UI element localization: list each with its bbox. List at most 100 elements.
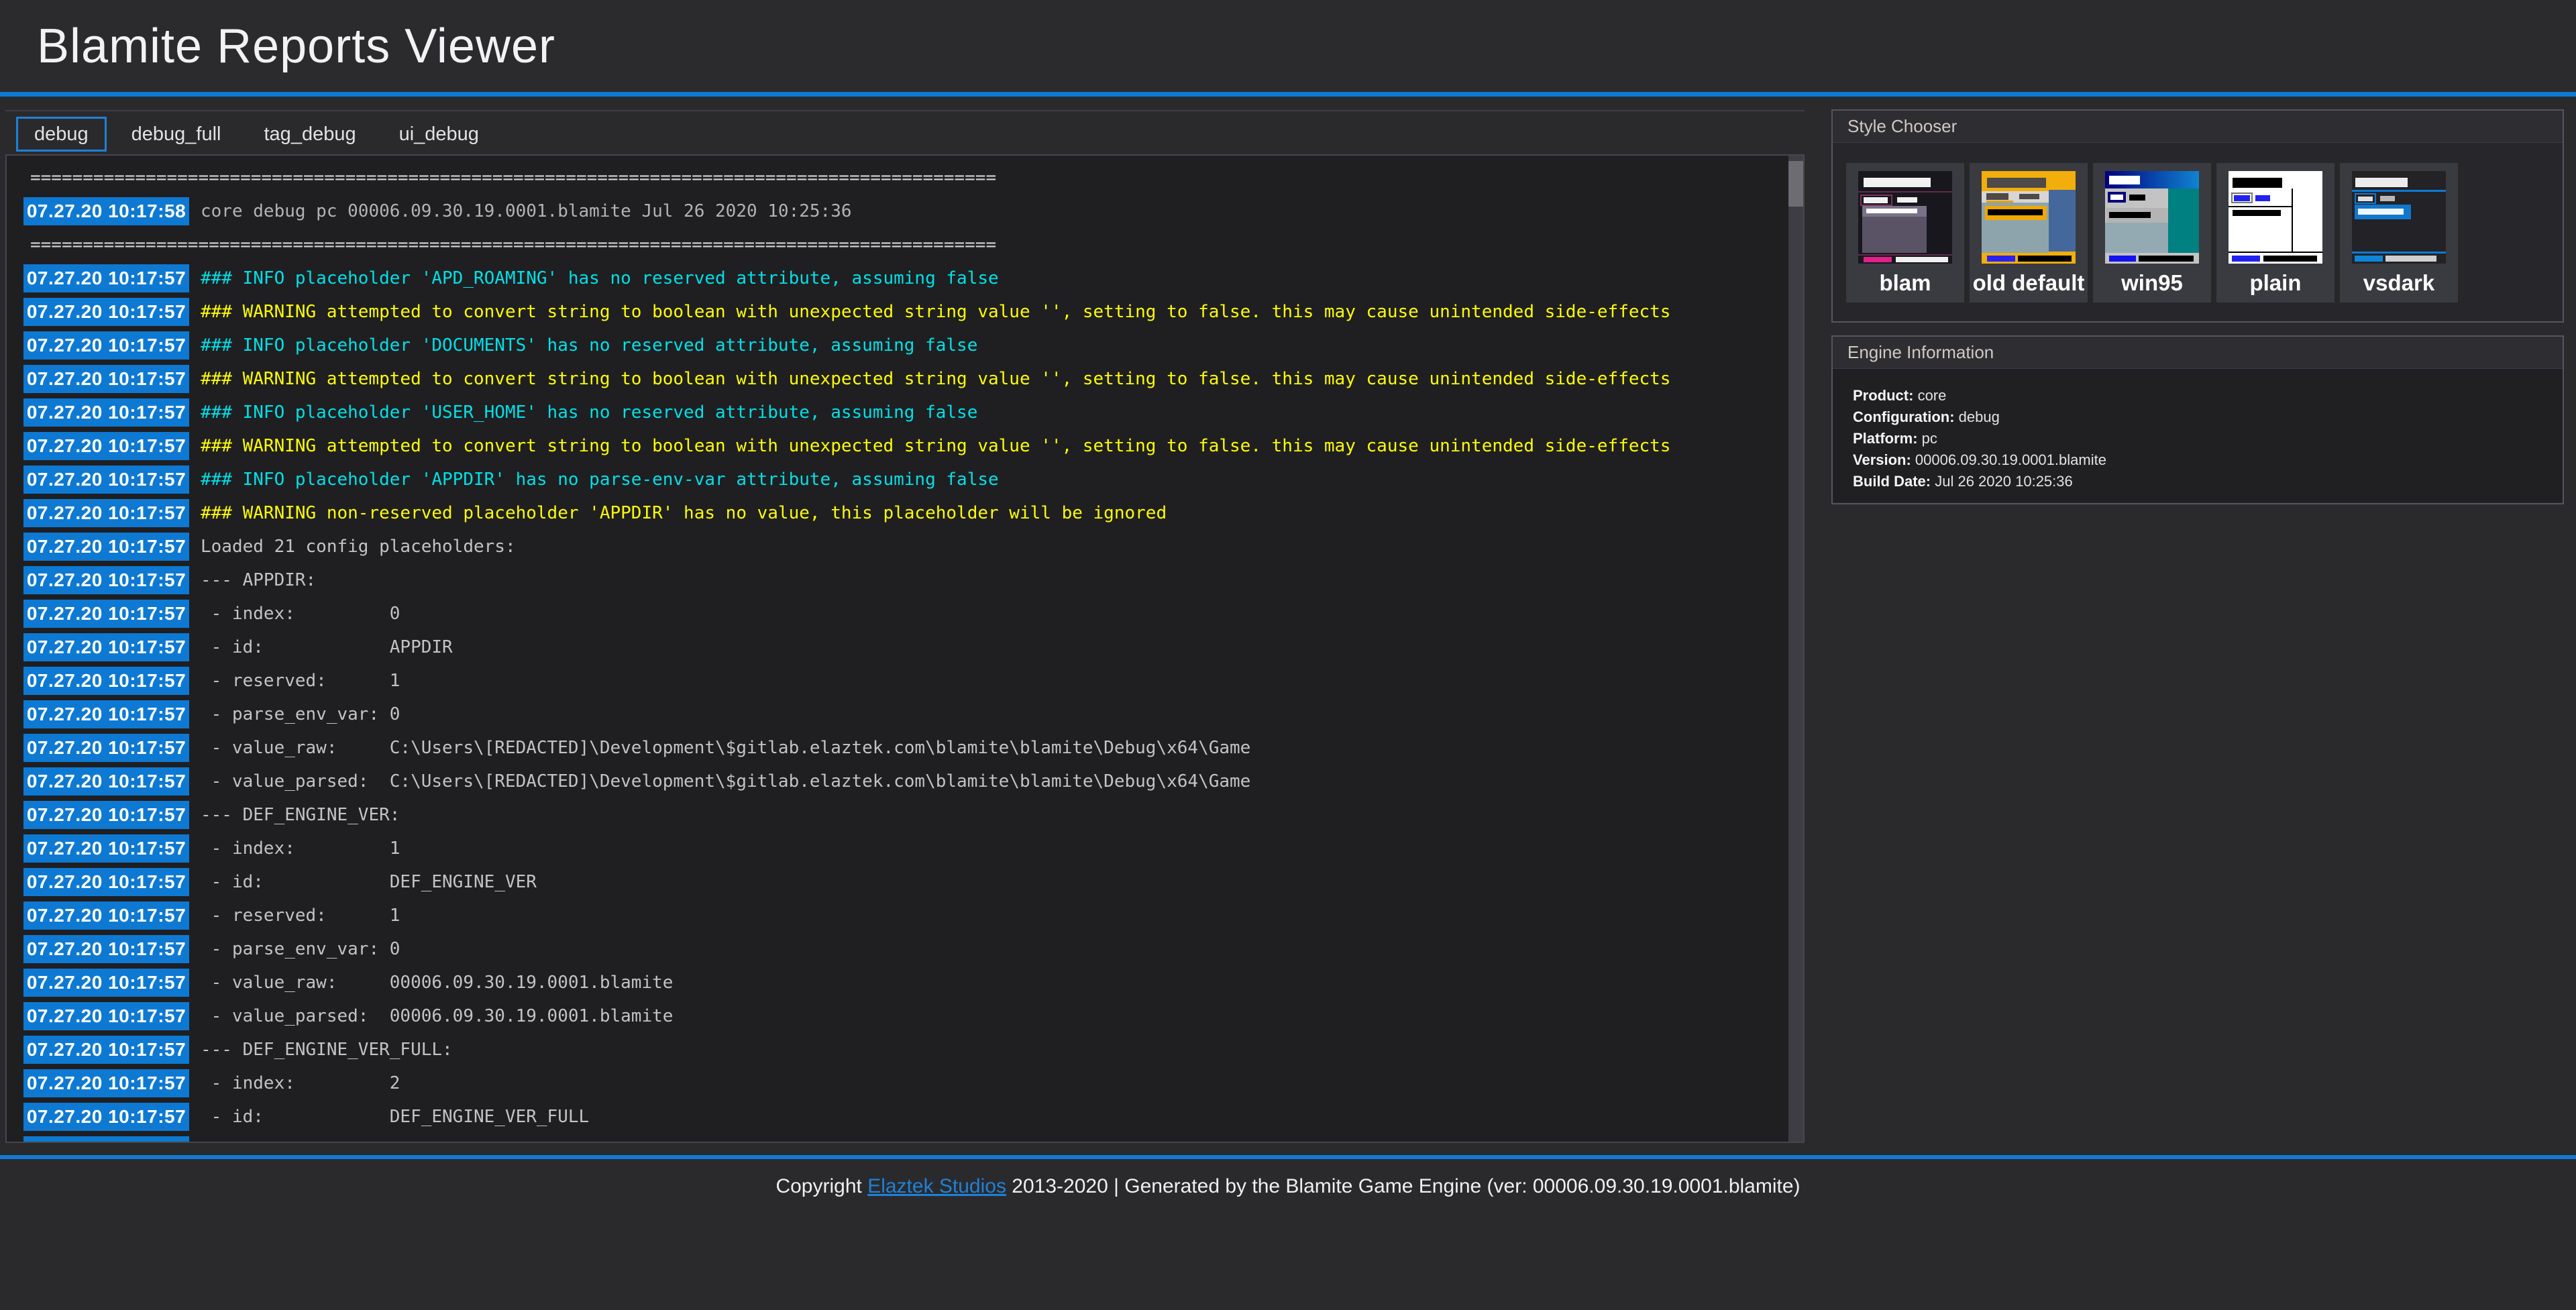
log-separator-row: ========================================… [23,228,1787,262]
engine-info-header: Engine Information [1833,337,2563,369]
log-row: 07.27.20 10:17:57 - value_parsed: 00006.… [23,999,1787,1033]
log-row: 07.27.20 10:17:57 --- DEF_ENGINE_VER: [23,798,1787,832]
log-timestamp: 07.27.20 10:17:57 [23,432,189,460]
engine-info-body: Product: core Configuration: debug Platfor… [1833,369,2563,502]
log-timestamp: 07.27.20 10:17:57 [23,902,189,930]
log-message: - reserved: 1 [201,906,400,926]
log-row: 07.27.20 10:17:57 - value_raw: 00006.09.… [23,966,1787,999]
engine-info-label: Build Date: [1853,473,1931,490]
log-row: 07.27.20 10:17:57 ### INFO placeholder 'A… [23,463,1787,496]
page-title: Blamite Reports Viewer [37,19,555,73]
style-label-vsdark: vsdark [2363,270,2435,295]
style-card-old-default[interactable]: old default [1970,163,2088,303]
style-chooser-header: Style Chooser [1833,111,2563,143]
log-scrollbar-track[interactable] [1788,156,1803,1142]
log-scrollbar-thumb[interactable] [1788,161,1803,207]
log-row: 07.27.20 10:17:57 ### WARNING attempted t… [23,362,1787,396]
log-row: 07.27.20 10:17:57 - parse_env_var: 0 [23,932,1787,966]
log-message: - index: 0 [201,604,400,624]
style-card-vsdark[interactable]: vsdark [2340,163,2458,303]
engine-info-field: Product: core [1853,385,2563,406]
app-header: Blamite Reports Viewer [0,0,2576,92]
log-timestamp: 07.27.20 10:17:57 [23,935,189,963]
log-timestamp: 07.27.20 10:17:57 [23,1036,189,1064]
log-row: 07.27.20 10:17:57 - id: DEF_ENGINE_VER [23,865,1787,899]
log-message: - reserved: 1 [201,1140,400,1142]
footer-copyright-suffix: 2013-2020 | Generated by the Blamite Gam… [1006,1175,1801,1197]
log-row: 07.27.20 10:17:57 - reserved: 1 [23,664,1787,698]
log-timestamp: 07.27.20 10:17:57 [23,466,189,494]
style-thumbnail-vsdark [2352,171,2446,264]
style-card-win95[interactable]: win95 [2093,163,2211,303]
tab-debug[interactable]: debug [16,117,107,152]
log-timestamp: 07.27.20 10:17:57 [23,365,189,393]
log-timestamp: 07.27.20 10:17:57 [23,566,189,594]
log-row: 07.27.20 10:17:57 Loaded 21 config placeh… [23,530,1787,563]
engine-info-label: Product: [1853,387,1914,404]
log-timestamp: 07.27.20 10:17:57 [23,801,189,829]
tab-debug_full[interactable]: debug_full [113,117,239,152]
log-timestamp: 07.27.20 10:17:57 [23,600,189,628]
log-separator-row: ========================================… [23,161,1787,195]
log-row: 07.27.20 10:17:57 ### INFO placeholder 'D… [23,329,1787,362]
log-timestamp: 07.27.20 10:17:57 [23,331,189,360]
log-row: 07.27.20 10:17:57 - value_raw: C:\Users\… [23,731,1787,765]
log-message: ### WARNING non-reserved placeholder 'AP… [201,503,1167,523]
tab-tag_debug[interactable]: tag_debug [246,117,374,152]
log-timestamp: 07.27.20 10:17:57 [23,969,189,997]
log-row: 07.27.20 10:17:57 - id: DEF_ENGINE_VER_F… [23,1100,1787,1134]
style-thumbnail-plain [2229,171,2322,264]
header-accent-line [0,92,2576,97]
log-timestamp: 07.27.20 10:17:57 [23,499,189,527]
style-card-plain[interactable]: plain [2216,163,2334,303]
app-footer: Copyright Elaztek Studios 2013-2020 | Ge… [0,1159,2576,1310]
log-timestamp: 07.27.20 10:17:57 [23,868,189,896]
log-row: 07.27.20 10:17:57 - index: 2 [23,1067,1787,1100]
style-card-blam[interactable]: blam [1846,163,1964,303]
log-row: 07.27.20 10:17:57 ### WARNING attempted t… [23,295,1787,329]
log-message: ### INFO placeholder 'APPDIR' has no par… [201,470,999,490]
style-chooser-panel: Style Chooser blam old default win95 plain v… [1831,109,2564,323]
log-timestamp: 07.27.20 10:17:57 [23,1136,189,1142]
style-cards-row: blam old default win95 plain vsdark [1833,143,2563,303]
log-message: - value_parsed: 00006.09.30.19.0001.blam… [201,1006,674,1026]
tab-ui_debug[interactable]: ui_debug [381,117,497,152]
log-message: - value_raw: C:\Users\[REDACTED]\Develop… [201,738,1251,758]
log-timestamp: 07.27.20 10:17:58 [23,197,189,225]
log-timestamp: 07.27.20 10:17:57 [23,700,189,728]
engine-info-panel: Engine Information Product: core Configur… [1831,335,2564,504]
log-timestamp: 07.27.20 10:17:57 [23,667,189,695]
style-label-plain: plain [2249,270,2302,295]
log-panel: ========================================… [5,154,1805,1143]
log-row: 07.27.20 10:17:57 --- DEF_ENGINE_VER_FULL… [23,1033,1787,1067]
log-separator: ========================================… [30,235,997,255]
report-tabbar: debug debug_full tag_debug ui_debug [16,117,497,152]
engine-info-value: core [1913,387,1947,404]
log-row: 07.27.20 10:17:57 - index: 0 [23,597,1787,631]
log-timestamp: 07.27.20 10:17:57 [23,1002,189,1030]
log-message: ### INFO placeholder 'USER_HOME' has no … [201,402,978,423]
log-message: - value_parsed: C:\Users\[REDACTED]\Deve… [201,771,1251,792]
log-message: - id: APPDIR [201,637,453,657]
style-chooser-body: blam old default win95 plain vsdark [1833,143,2563,303]
log-row: 07.27.20 10:17:57 - index: 1 [23,832,1787,865]
style-label-blam: blam [1879,270,1931,295]
log-message: - parse_env_var: 0 [201,939,400,959]
engine-info-label: Configuration: [1853,408,1955,425]
engine-info-value: 00006.09.30.19.0001.blamite [1911,451,2106,468]
log-message: - reserved: 1 [201,671,400,691]
engine-info-field: Version: 00006.09.30.19.0001.blamite [1853,449,2563,471]
footer-copyright-prefix: Copyright [775,1175,868,1197]
log-timestamp: 07.27.20 10:17:57 [23,533,189,561]
log-message: - index: 1 [201,838,400,859]
log-row: 07.27.20 10:17:57 - reserved: 1 [23,1134,1787,1142]
log-row: 07.27.20 10:17:57 ### INFO placeholder 'U… [23,396,1787,429]
engine-info-label: Version: [1853,451,1911,468]
log-row: 07.27.20 10:17:57 ### INFO placeholder 'A… [23,262,1787,295]
log-message: ### INFO placeholder 'DOCUMENTS' has no … [201,335,978,356]
elaztek-studios-link[interactable]: Elaztek Studios [867,1175,1006,1197]
engine-info-value: pc [1917,430,1937,447]
log-timestamp: 07.27.20 10:17:57 [23,767,189,796]
log-message: - parse_env_var: 0 [201,704,400,724]
log-message: - index: 2 [201,1073,400,1093]
